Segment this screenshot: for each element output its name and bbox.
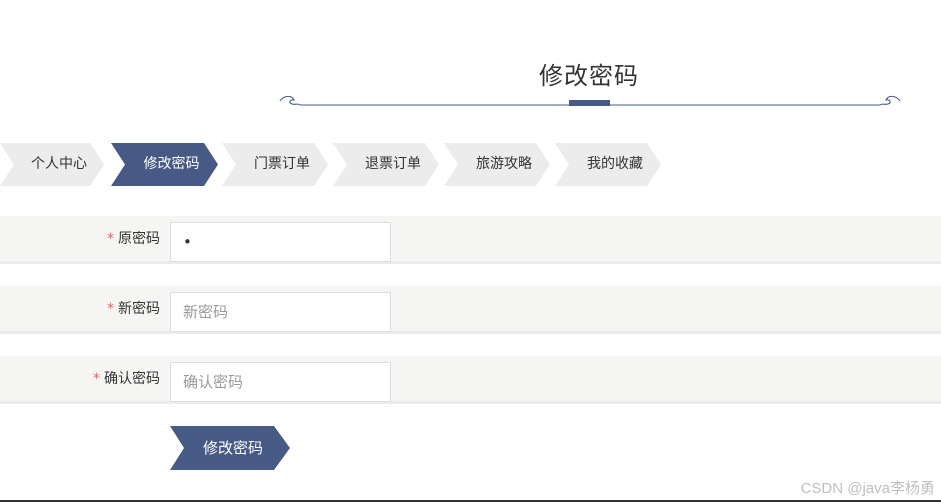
tab-personal-center[interactable]: 个人中心 — [0, 143, 104, 186]
required-mark: * — [107, 301, 114, 317]
tab-ticket-orders[interactable]: 门票订单 — [222, 143, 328, 186]
submit-button[interactable]: 修改密码 — [170, 426, 290, 470]
watermark: CSDN @java李杨勇 — [800, 480, 935, 497]
old-password-input[interactable] — [170, 222, 391, 262]
tab-travel-guides[interactable]: 旅游攻略 — [444, 143, 550, 186]
tab-my-favorites[interactable]: 我的收藏 — [555, 143, 661, 186]
old-password-label: * 原密码 — [107, 231, 160, 247]
confirm-password-input[interactable] — [170, 362, 391, 402]
tab-change-password[interactable]: 修改密码 — [111, 143, 218, 186]
new-password-row: * 新密码 — [0, 286, 941, 334]
confirm-password-row: * 确认密码 — [0, 356, 941, 404]
title-ornament — [279, 95, 901, 106]
new-password-label: * 新密码 — [107, 301, 160, 317]
old-password-row: * 原密码 — [0, 216, 941, 264]
required-mark: * — [107, 231, 114, 247]
page-title: 修改密码 — [539, 62, 639, 90]
confirm-password-label: * 确认密码 — [93, 371, 160, 387]
new-password-input[interactable] — [170, 292, 391, 332]
required-mark: * — [93, 371, 100, 387]
tab-refund-orders[interactable]: 退票订单 — [333, 143, 439, 186]
